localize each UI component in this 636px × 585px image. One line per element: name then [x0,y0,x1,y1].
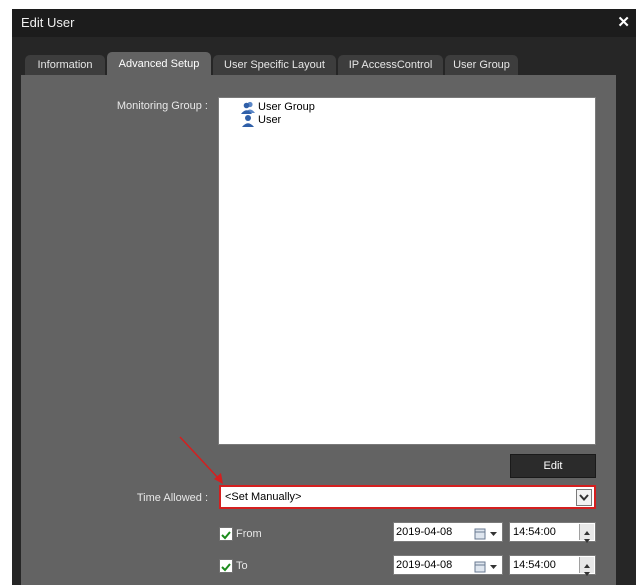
list-item-label: User Group [258,101,315,113]
from-time-value: 14:54:00 [513,526,556,538]
monitoring-group-list[interactable]: User Group User [218,97,596,445]
edit-button[interactable]: Edit [510,454,596,478]
time-allowed-value: <Set Manually> [225,491,302,503]
tab-information[interactable]: Information [25,55,105,76]
user-group-icon [241,101,255,114]
to-date-picker[interactable]: 2019-04-08 [393,555,503,575]
title-bar: Edit User ✕ [12,9,636,37]
tab-user-specific-layout[interactable]: User Specific Layout [213,55,336,76]
to-time-spinner[interactable] [579,557,594,576]
checkmark-icon [221,531,231,540]
tab-ip-access-control[interactable]: IP AccessControl [338,55,443,76]
tab-user-group[interactable]: User Group [445,55,518,76]
chevron-down-icon[interactable] [576,489,592,506]
list-item[interactable]: User Group [241,101,315,114]
spin-up-icon[interactable] [580,557,594,568]
from-date-picker[interactable]: 2019-04-08 [393,522,503,542]
to-label: To [236,560,248,572]
spin-up-icon[interactable] [580,524,594,535]
list-item-label: User [258,114,282,126]
calendar-icon[interactable] [474,527,500,545]
from-date-value: 2019-04-08 [396,526,453,538]
user-icon [241,114,255,127]
time-allowed-label: Time Allowed : [136,492,208,504]
checkmark-icon [221,563,231,572]
calendar-icon[interactable] [474,560,500,578]
spin-down-icon[interactable] [580,532,594,543]
to-time-value: 14:54:00 [513,559,556,571]
to-checkbox[interactable] [219,559,233,573]
close-icon[interactable]: ✕ [617,13,630,31]
from-checkbox[interactable] [219,527,233,541]
monitoring-group-label: Monitoring Group : [116,100,208,112]
from-time-input[interactable]: 14:54:00 [509,522,596,543]
spin-down-icon[interactable] [580,565,594,576]
from-time-spinner[interactable] [579,524,594,543]
to-date-value: 2019-04-08 [396,559,453,571]
time-allowed-select[interactable]: <Set Manually> [219,485,596,509]
from-label: From [236,528,262,540]
window-title: Edit User [21,15,75,30]
tab-advanced-setup[interactable]: Advanced Setup [107,52,211,76]
list-item[interactable]: User [241,114,281,127]
to-time-input[interactable]: 14:54:00 [509,555,596,576]
annotation-arrow-icon [179,436,223,484]
